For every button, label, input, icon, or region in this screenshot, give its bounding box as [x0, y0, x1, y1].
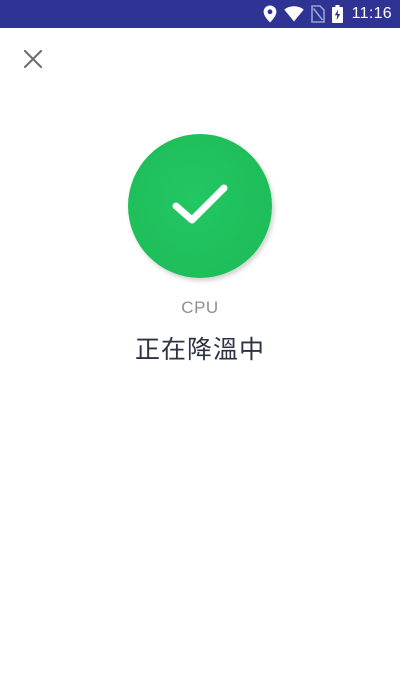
close-button[interactable]	[14, 42, 52, 80]
wifi-icon	[283, 6, 304, 22]
close-icon	[23, 49, 43, 73]
component-label: CPU	[181, 298, 219, 317]
checkmark-icon	[170, 180, 230, 232]
status-bar: 11:16	[0, 0, 400, 28]
status-time: 11:16	[351, 5, 392, 22]
cooling-status-text: 正在降溫中	[134, 335, 265, 364]
battery-charging-icon	[331, 5, 343, 23]
no-sim-icon	[310, 5, 325, 23]
success-badge	[128, 134, 272, 278]
location-icon	[263, 5, 277, 23]
status-icons: 11:16	[263, 0, 392, 28]
